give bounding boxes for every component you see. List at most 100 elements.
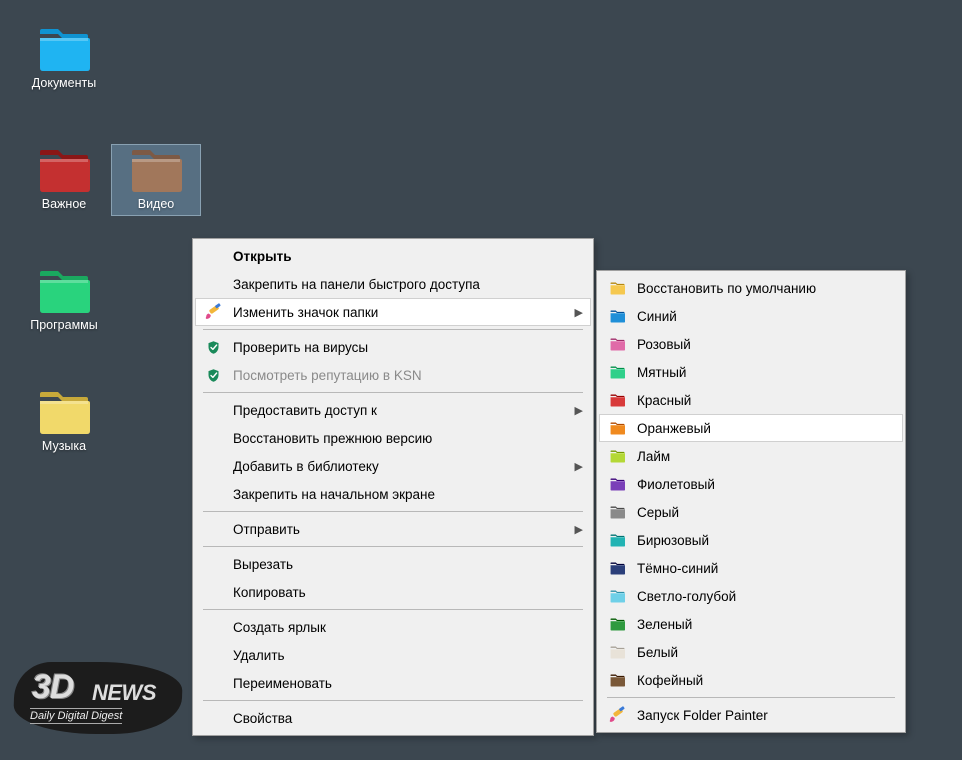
desktop[interactable]: { "desktop_icons": [ { "label": "Докумен… <box>0 0 962 760</box>
folder-swatch-icon <box>607 642 627 662</box>
menu-item-label: Красный <box>637 393 881 408</box>
folder-swatch-icon <box>607 306 627 326</box>
menu-item-label: Вырезать <box>233 557 569 572</box>
menu-item-label: Копировать <box>233 585 569 600</box>
desktop-folder[interactable]: Музыка <box>20 387 108 457</box>
menu-separator <box>203 329 583 330</box>
icon-slot <box>203 456 223 476</box>
menu-item-label: Оранжевый <box>637 421 881 436</box>
context-menu-item[interactable]: Копировать <box>195 578 591 606</box>
context-menu-item[interactable]: Проверить на вирусы <box>195 333 591 361</box>
submenu-item[interactable]: Зеленый <box>599 610 903 638</box>
submenu-item[interactable]: Запуск Folder Painter <box>599 701 903 729</box>
submenu-item[interactable]: Розовый <box>599 330 903 358</box>
menu-item-label: Переименовать <box>233 676 569 691</box>
folder-swatch-icon <box>607 418 627 438</box>
menu-item-label: Восстановить по умолчанию <box>637 281 881 296</box>
icon-slot <box>203 428 223 448</box>
desktop-folder[interactable]: Программы <box>20 266 108 336</box>
submenu-item[interactable]: Восстановить по умолчанию <box>599 274 903 302</box>
context-menu-item[interactable]: Создать ярлык <box>195 613 591 641</box>
menu-item-label: Удалить <box>233 648 569 663</box>
folder-swatch-icon <box>607 586 627 606</box>
icon-slot <box>203 246 223 266</box>
menu-separator <box>203 546 583 547</box>
context-menu-item[interactable]: Свойства <box>195 704 591 732</box>
context-menu: Открыть Закрепить на панели быстрого дост… <box>192 238 594 736</box>
menu-item-label: Свойства <box>233 711 569 726</box>
menu-item-label: Бирюзовый <box>637 533 881 548</box>
menu-item-label: Закрепить на панели быстрого доступа <box>233 277 569 292</box>
desktop-folder-label: Музыка <box>42 439 86 453</box>
menu-item-label: Изменить значок папки <box>233 305 569 320</box>
menu-item-label: Отправить <box>233 522 569 537</box>
icon-slot <box>203 617 223 637</box>
context-menu-item[interactable]: Открыть <box>195 242 591 270</box>
shield-icon <box>203 337 223 357</box>
desktop-folder-label: Документы <box>32 76 96 90</box>
submenu-item[interactable]: Кофейный <box>599 666 903 694</box>
icon-slot <box>203 274 223 294</box>
desktop-folder[interactable]: Важное <box>20 145 108 215</box>
desktop-folder[interactable]: Видео <box>112 145 200 215</box>
submenu-item[interactable]: Бирюзовый <box>599 526 903 554</box>
icon-slot <box>203 582 223 602</box>
paint-icon <box>607 705 627 725</box>
menu-item-label: Зеленый <box>637 617 881 632</box>
context-menu-item[interactable]: Удалить <box>195 641 591 669</box>
folder-swatch-icon <box>607 362 627 382</box>
context-menu-item[interactable]: Отправить▶ <box>195 515 591 543</box>
submenu-item[interactable]: Серый <box>599 498 903 526</box>
menu-item-label: Серый <box>637 505 881 520</box>
submenu-item[interactable]: Синий <box>599 302 903 330</box>
submenu-arrow-icon: ▶ <box>569 523 583 536</box>
desktop-folder-label: Важное <box>42 197 86 211</box>
menu-item-label: Синий <box>637 309 881 324</box>
menu-item-label: Закрепить на начальном экране <box>233 487 569 502</box>
submenu-item[interactable]: Белый <box>599 638 903 666</box>
menu-item-label: Предоставить доступ к <box>233 403 569 418</box>
shield-icon <box>203 365 223 385</box>
folder-swatch-icon <box>607 390 627 410</box>
folder-swatch-icon <box>607 278 627 298</box>
context-menu-item[interactable]: Добавить в библиотеку▶ <box>195 452 591 480</box>
submenu-item[interactable]: Оранжевый <box>599 414 903 442</box>
folder-swatch-icon <box>607 474 627 494</box>
context-menu-item[interactable]: Закрепить на панели быстрого доступа <box>195 270 591 298</box>
folder-swatch-icon <box>607 614 627 634</box>
menu-item-label: Розовый <box>637 337 881 352</box>
menu-item-label: Мятный <box>637 365 881 380</box>
submenu-item[interactable]: Мятный <box>599 358 903 386</box>
menu-separator <box>607 697 895 698</box>
folder-swatch-icon <box>607 558 627 578</box>
menu-item-label: Тёмно-синий <box>637 561 881 576</box>
menu-item-label: Проверить на вирусы <box>233 340 569 355</box>
menu-item-label: Создать ярлык <box>233 620 569 635</box>
context-menu-item[interactable]: Изменить значок папки▶ <box>195 298 591 326</box>
menu-item-label: Восстановить прежнюю версию <box>233 431 569 446</box>
icon-slot <box>203 484 223 504</box>
folder-swatch-icon <box>607 530 627 550</box>
context-menu-item[interactable]: Вырезать <box>195 550 591 578</box>
menu-separator <box>203 511 583 512</box>
menu-item-label: Белый <box>637 645 881 660</box>
submenu-item[interactable]: Светло-голубой <box>599 582 903 610</box>
menu-separator <box>203 609 583 610</box>
submenu-item[interactable]: Красный <box>599 386 903 414</box>
context-menu-item[interactable]: Восстановить прежнюю версию <box>195 424 591 452</box>
folder-color-submenu: Восстановить по умолчанию Синий Розовый … <box>596 270 906 733</box>
paint-icon <box>203 302 223 322</box>
menu-item-label: Лайм <box>637 449 881 464</box>
icon-slot <box>203 554 223 574</box>
context-menu-item[interactable]: Закрепить на начальном экране <box>195 480 591 508</box>
submenu-item[interactable]: Тёмно-синий <box>599 554 903 582</box>
folder-swatch-icon <box>607 670 627 690</box>
submenu-item[interactable]: Лайм <box>599 442 903 470</box>
submenu-item[interactable]: Фиолетовый <box>599 470 903 498</box>
desktop-folder[interactable]: Документы <box>20 24 108 94</box>
icon-slot <box>203 519 223 539</box>
context-menu-item[interactable]: Предоставить доступ к▶ <box>195 396 591 424</box>
context-menu-item[interactable]: Переименовать <box>195 669 591 697</box>
watermark-logo: 3D NEWS Daily Digital Digest <box>14 662 182 734</box>
menu-separator <box>203 392 583 393</box>
